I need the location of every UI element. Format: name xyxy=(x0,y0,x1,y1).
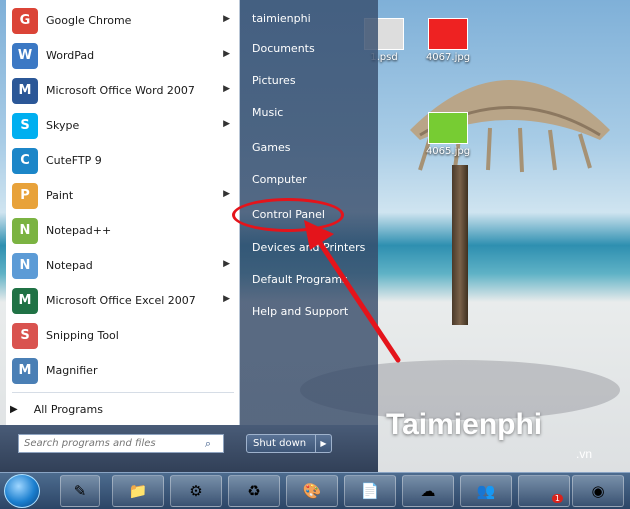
program-item[interactable]: M Microsoft Office Word 2007 ▶ xyxy=(6,73,240,108)
skype-icon: S xyxy=(12,112,38,139)
program-item[interactable]: N Notepad++ xyxy=(6,213,240,248)
places-item[interactable]: Pictures xyxy=(252,74,296,87)
excel-icon: M xyxy=(12,287,38,314)
places-item[interactable]: Music xyxy=(252,106,283,119)
submenu-arrow-icon[interactable]: ▶ xyxy=(223,84,230,94)
notepad-icon: N xyxy=(12,252,38,279)
cuteftp-icon: C xyxy=(12,147,38,174)
program-item-label: Paint xyxy=(46,189,74,202)
wordpad-icon: W xyxy=(12,42,38,69)
search-input[interactable] xyxy=(19,438,199,449)
desktop-icon-label: 4067.jpg xyxy=(425,52,471,63)
places-item[interactable]: Computer xyxy=(252,173,307,186)
start-menu-programs-pane: G Google Chrome ▶ W WordPad ▶ M Microsoft Offic… xyxy=(6,0,240,425)
start-button[interactable] xyxy=(4,474,40,508)
submenu-arrow-icon[interactable]: ▶ xyxy=(223,14,230,24)
skype-icon[interactable]: 1 xyxy=(518,475,570,507)
submenu-arrow-icon[interactable]: ▶ xyxy=(223,259,230,269)
program-item-label: Notepad++ xyxy=(46,224,112,237)
umbrella-pole xyxy=(452,165,468,325)
submenu-arrow-icon[interactable]: ▶ xyxy=(223,294,230,304)
shutdown-label: Shut down xyxy=(253,438,307,449)
paint-icon: P xyxy=(12,182,38,209)
program-item-label: Notepad xyxy=(46,259,93,272)
program-item[interactable]: M Microsoft Office Excel 2007 ▶ xyxy=(6,283,240,318)
play-arrow-icon: ▶ xyxy=(10,403,18,415)
magnifier-icon: M xyxy=(12,357,38,384)
places-item[interactable]: taimienphi xyxy=(252,12,311,25)
watermark-brand: Taimienphi xyxy=(386,408,543,441)
program-item-label: Magnifier xyxy=(46,364,98,377)
shutdown-button[interactable]: Shut down ▶ xyxy=(246,434,332,453)
places-item[interactable]: Games xyxy=(252,141,290,154)
submenu-arrow-icon[interactable]: ▶ xyxy=(223,119,230,129)
search-icon[interactable]: ⌕ xyxy=(199,437,217,451)
chevron-right-icon[interactable]: ▶ xyxy=(315,435,331,452)
program-item-label: Snipping Tool xyxy=(46,329,119,342)
places-item[interactable]: Documents xyxy=(252,42,315,55)
all-programs-label: All Programs xyxy=(33,402,103,416)
chrome-icon[interactable]: ◉ xyxy=(572,475,624,507)
all-programs-button[interactable]: ▶ All Programs xyxy=(10,398,232,420)
program-item[interactable]: S Skype ▶ xyxy=(6,108,240,143)
notepadpp-icon: N xyxy=(12,217,38,244)
explorer-icon[interactable]: 📁 xyxy=(112,475,164,507)
paint-icon[interactable]: 🎨 xyxy=(286,475,338,507)
unikey-icon[interactable]: ✎ xyxy=(60,475,100,507)
start-menu: G Google Chrome ▶ W WordPad ▶ M Microsoft Offic… xyxy=(0,0,401,472)
program-item[interactable]: M Magnifier xyxy=(6,353,240,388)
recycle-icon[interactable]: ♻ xyxy=(228,475,280,507)
program-item-label: CuteFTP 9 xyxy=(46,154,102,167)
program-item[interactable]: C CuteFTP 9 xyxy=(6,143,240,178)
pointer-arrow-annotation xyxy=(304,220,401,363)
program-item-label: WordPad xyxy=(46,49,95,62)
chrome-icon: G xyxy=(12,7,38,34)
word-icon: M xyxy=(12,77,38,104)
program-item[interactable]: S Snipping Tool xyxy=(6,318,240,353)
program-item[interactable]: W WordPad ▶ xyxy=(6,38,240,73)
desktop-icon-label: 4065.jpg xyxy=(425,146,471,157)
snipping-tool-icon: S xyxy=(12,322,38,349)
notification-badge: 1 xyxy=(551,494,563,503)
search-box[interactable]: ⌕ xyxy=(18,434,224,453)
desktop-icon[interactable]: 4065.jpg xyxy=(418,112,478,157)
submenu-arrow-icon[interactable]: ▶ xyxy=(223,49,230,59)
app-icon[interactable]: ⚙ xyxy=(170,475,222,507)
users-icon[interactable]: 👥 xyxy=(460,475,512,507)
program-item-label: Google Chrome xyxy=(46,14,132,27)
wordpad-icon[interactable]: 📄 xyxy=(344,475,396,507)
program-item[interactable]: P Paint ▶ xyxy=(6,178,240,213)
program-item-label: Microsoft Office Word 2007 xyxy=(46,84,195,97)
program-item-label: Skype xyxy=(46,119,80,132)
watermark-domain: .vn xyxy=(576,447,593,461)
program-item[interactable]: N Notepad ▶ xyxy=(6,248,240,283)
program-item[interactable]: G Google Chrome ▶ xyxy=(6,3,240,38)
submenu-arrow-icon[interactable]: ▶ xyxy=(223,189,230,199)
cloud-upload-icon[interactable]: ☁ xyxy=(402,475,454,507)
desktop-icon[interactable]: 4067.jpg xyxy=(418,18,478,63)
program-item-label: Microsoft Office Excel 2007 xyxy=(46,294,196,307)
divider xyxy=(12,392,234,393)
